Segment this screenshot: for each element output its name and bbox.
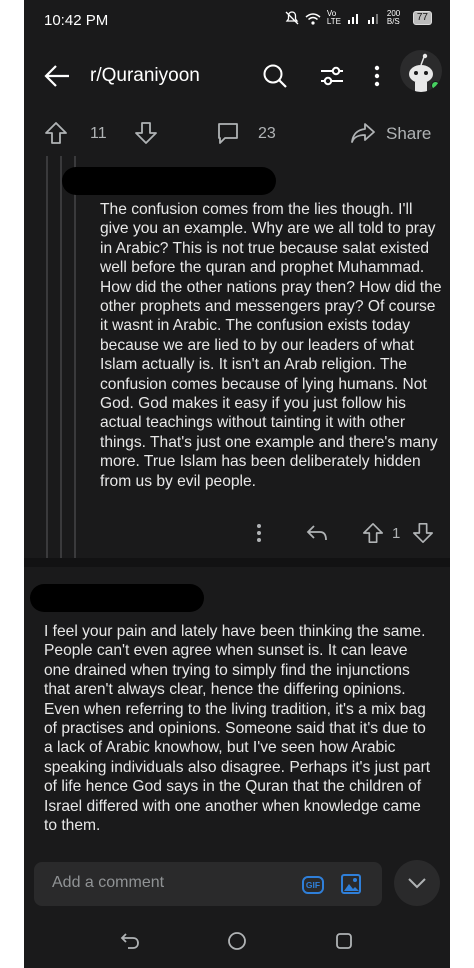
comment-field[interactable]: GIF (34, 862, 382, 906)
status-icons: Vo LTE 200 B/S 77 (285, 10, 432, 26)
share-icon[interactable] (350, 122, 376, 144)
avatar[interactable] (400, 50, 442, 92)
thread-line[interactable] (74, 156, 76, 560)
home-nav-icon[interactable] (227, 931, 247, 951)
downvote-icon[interactable] (134, 121, 158, 145)
comment-score: 1 (392, 525, 401, 542)
back-arrow-icon[interactable] (44, 64, 70, 88)
more-vertical-icon[interactable] (256, 523, 262, 543)
post-comment-count: 23 (258, 125, 276, 142)
gif-button[interactable]: GIF (302, 876, 324, 894)
online-indicator (431, 81, 440, 90)
app-bar: r/Quraniyoon (24, 42, 450, 108)
search-icon[interactable] (262, 63, 288, 89)
share-button[interactable]: Share (386, 124, 431, 144)
post-action-bar: 11 23 Share (24, 108, 450, 158)
signal-icon (347, 14, 358, 24)
thread-line[interactable] (46, 156, 48, 560)
more-vertical-icon[interactable] (373, 64, 381, 88)
author-redaction (30, 584, 204, 612)
post-upvote-count: 11 (90, 125, 107, 142)
network-type: Vo LTE (326, 9, 341, 26)
signal-icon (367, 14, 378, 24)
mute-icon (285, 11, 299, 25)
system-nav-bar (24, 918, 450, 968)
back-nav-icon[interactable] (120, 932, 140, 950)
phone-screen: 10:42 PM Vo LTE 200 B/S 77 r/Quraniyoon … (24, 0, 450, 968)
reply-icon[interactable] (306, 523, 328, 543)
downvote-icon[interactable] (412, 522, 434, 544)
comment-actions: 1 (24, 516, 450, 550)
comment-divider (24, 558, 450, 567)
thread-line[interactable] (60, 156, 62, 560)
battery-icon: 77 (412, 11, 432, 25)
recents-nav-icon[interactable] (334, 931, 354, 951)
chevron-down-icon (408, 878, 426, 889)
data-speed: 200 B/S (386, 9, 401, 26)
author-redaction (62, 167, 276, 195)
comment-body: The confusion comes from the lies though… (100, 201, 442, 490)
subreddit-title[interactable]: r/Quraniyoon (90, 65, 200, 87)
status-bar: 10:42 PM Vo LTE 200 B/S 77 (24, 0, 450, 42)
status-time: 10:42 PM (44, 12, 109, 29)
comment-body: I feel your pain and lately have been th… (44, 623, 431, 835)
comment-input[interactable] (52, 874, 272, 892)
filter-icon[interactable] (319, 64, 345, 88)
image-icon[interactable] (340, 873, 362, 895)
wifi-icon (305, 12, 321, 25)
upvote-icon[interactable] (362, 522, 384, 544)
upvote-icon[interactable] (44, 121, 68, 145)
comment-icon[interactable] (216, 121, 240, 145)
collapse-button[interactable] (394, 860, 440, 906)
